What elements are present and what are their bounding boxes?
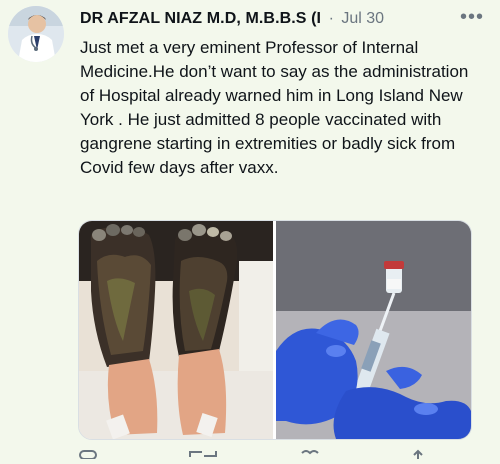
retweet-icon[interactable] [188,446,218,457]
author-name[interactable]: DR AFZAL NIAZ M.D, M.B.B.S (I [80,10,321,27]
share-icon[interactable] [408,446,438,459]
avatar[interactable] [8,6,64,62]
feet-photo[interactable] [79,221,273,439]
tweet-header: DR AFZAL NIAZ M.D, M.B.B.S (I · Jul 30 •… [80,6,490,34]
tweet-text: Just met a very eminent Professor of Int… [80,38,469,177]
like-icon[interactable] [298,446,328,456]
separator-dot: · [328,10,334,27]
vaccine-photo[interactable] [276,221,471,439]
tweet[interactable]: DR AFZAL NIAZ M.D, M.B.B.S (I · Jul 30 •… [0,0,500,460]
tweet-actions [78,446,470,460]
tweet-date[interactable]: Jul 30 [341,10,384,27]
more-icon[interactable]: ••• [460,6,484,29]
tweet-media[interactable] [78,220,472,440]
reply-icon[interactable] [78,446,108,460]
